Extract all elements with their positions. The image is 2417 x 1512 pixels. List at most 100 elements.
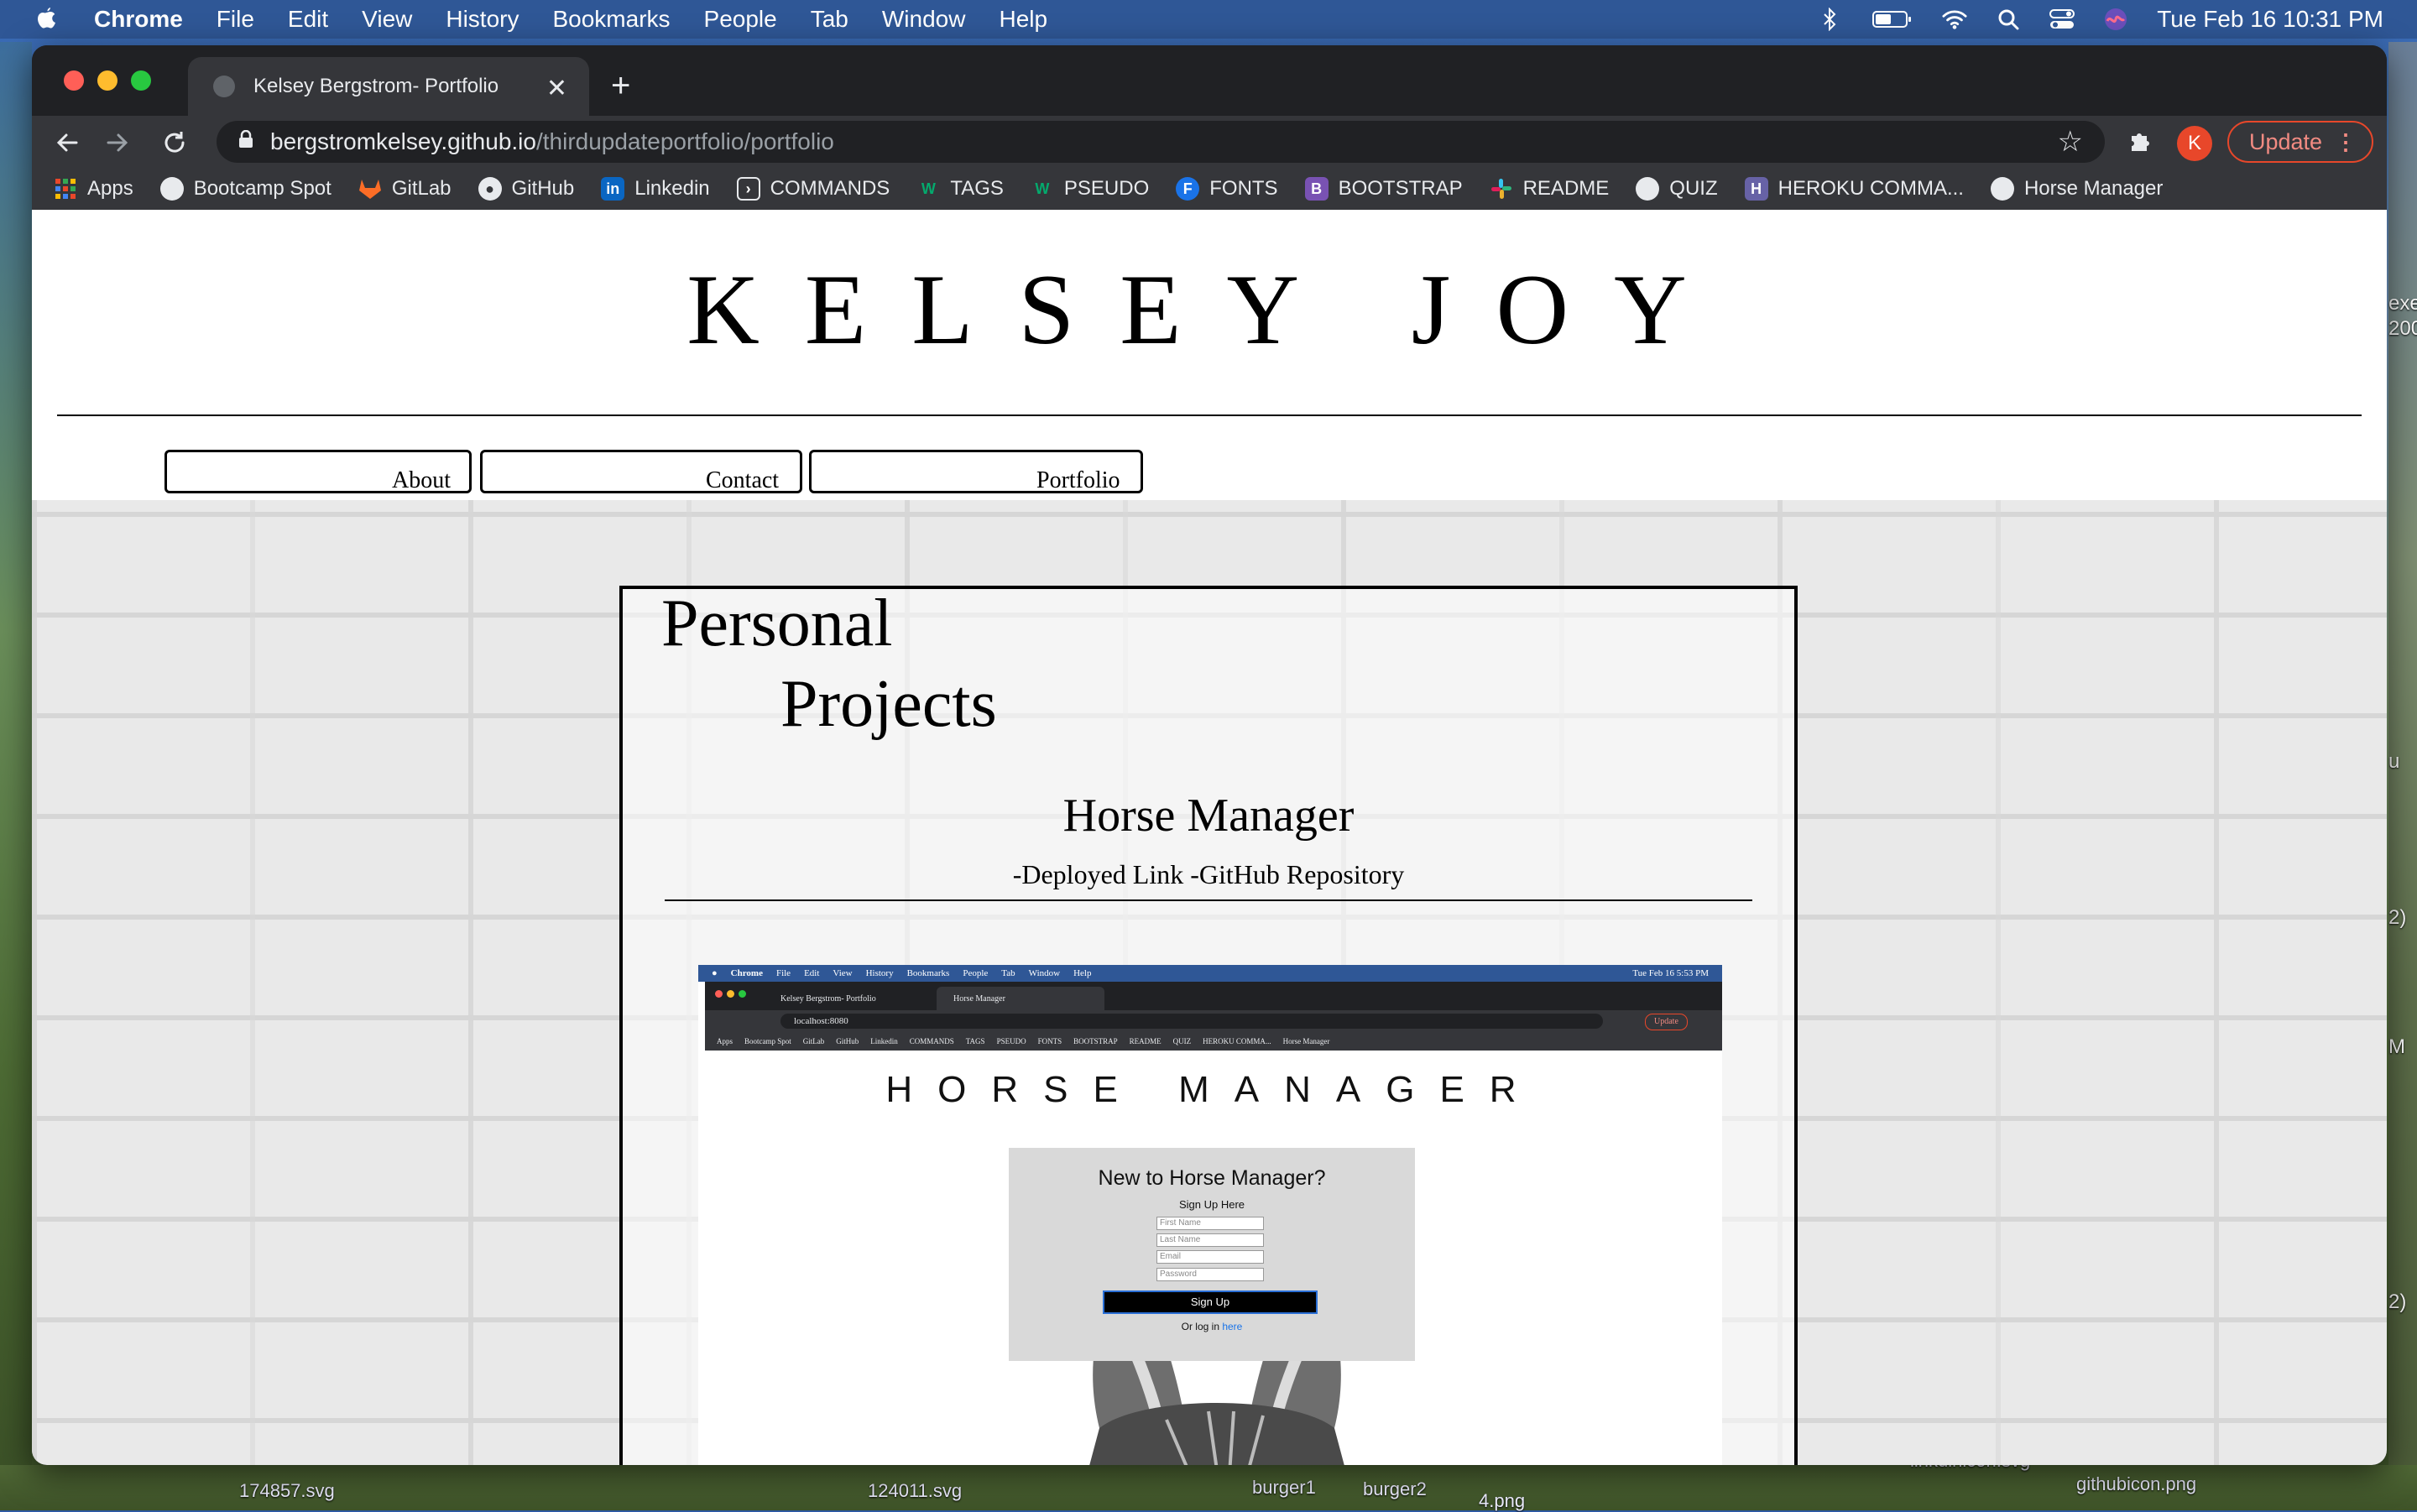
screenshot-bookmark: FONTS	[1037, 1037, 1062, 1045]
bookmark-commands[interactable]: › COMMANDS	[736, 177, 890, 201]
bookmark-star-icon[interactable]: ☆	[2058, 125, 2083, 159]
bookmark-apps[interactable]: Apps	[54, 177, 133, 201]
url-path: /thirdupdateportfolio/portfolio	[535, 128, 834, 154]
siri-icon[interactable]	[2103, 7, 2128, 32]
bluetooth-icon[interactable]	[1818, 7, 1843, 32]
nav-contact-button[interactable]: Contact	[480, 450, 802, 493]
desktop-file[interactable]: burger1	[1252, 1477, 1316, 1499]
apps-grid-icon	[54, 177, 77, 201]
address-bar[interactable]: bergstromkelsey.github.io/thirdupdatepor…	[217, 121, 2105, 163]
globe-icon	[1636, 177, 1660, 201]
minimize-window-icon[interactable]	[97, 70, 117, 91]
bookmark-tags[interactable]: W TAGS	[916, 177, 1004, 201]
nav-portfolio-button[interactable]: Portfolio	[809, 450, 1143, 493]
screenshot-menu-item: Window	[1028, 968, 1061, 978]
bookmark-label: README	[1522, 177, 1610, 200]
heroku-icon: H	[1744, 177, 1768, 201]
github-icon: ●	[478, 177, 502, 201]
bookmark-horse-manager[interactable]: Horse Manager	[1990, 177, 2164, 201]
lock-icon[interactable]	[238, 129, 253, 154]
screenshot-toolbar: localhost:8080 Update	[705, 1010, 1722, 1032]
bookmark-label: Horse Manager	[2023, 177, 2164, 200]
bookmark-gitlab[interactable]: GitLab	[358, 177, 452, 201]
screenshot-close-dot	[715, 990, 723, 998]
screenshot-window: Kelsey Bergstrom- Portfolio Horse Manage…	[705, 982, 1722, 1465]
more-vertical-icon[interactable]: ⋮	[2335, 129, 2357, 155]
project-screenshot[interactable]: ● Chrome File Edit View History Bookmark…	[698, 965, 1722, 1465]
desktop-edge-text: M	[2388, 1035, 2405, 1058]
menu-bookmarks[interactable]: Bookmarks	[552, 6, 670, 33]
screenshot-menu-item: Chrome	[730, 968, 763, 978]
bootstrap-icon: B	[1304, 177, 1329, 201]
nav-about-button[interactable]: About	[164, 450, 472, 493]
project-links[interactable]: -Deployed Link -GitHub Repository	[623, 859, 1794, 890]
menu-chrome[interactable]: Chrome	[94, 6, 183, 33]
screenshot-tabstrip: Kelsey Bergstrom- Portfolio Horse Manage…	[705, 982, 1722, 1010]
screenshot-update: Update	[1645, 1014, 1688, 1030]
desktop-file[interactable]: 4.png	[1479, 1490, 1525, 1512]
battery-icon[interactable]	[1871, 7, 1913, 32]
menu-history[interactable]: History	[446, 6, 519, 33]
menu-window[interactable]: Window	[882, 6, 966, 33]
reload-icon[interactable]	[158, 126, 191, 159]
bookmark-linkedin[interactable]: in Linkedin	[601, 177, 710, 201]
wifi-icon[interactable]	[1942, 7, 1967, 32]
screenshot-bookmark: Horse Manager	[1282, 1037, 1330, 1045]
bookmark-bootcamp-spot[interactable]: Bootcamp Spot	[159, 177, 331, 201]
close-tab-icon[interactable]: ✕	[546, 74, 567, 103]
bookmark-pseudo[interactable]: W PSEUDO	[1031, 177, 1149, 201]
nav-contact-label: Contact	[706, 467, 780, 493]
close-window-icon[interactable]	[64, 70, 84, 91]
back-arrow-icon[interactable]	[50, 126, 84, 159]
screenshot-apple-icon: ●	[712, 968, 718, 978]
desktop-file[interactable]: burger2	[1363, 1478, 1427, 1500]
first-name-field: First Name	[1156, 1217, 1264, 1230]
header-divider	[57, 414, 2362, 416]
extensions-puzzle-icon[interactable]	[2127, 128, 2153, 161]
bookmark-heroku[interactable]: H HEROKU COMMA...	[1744, 177, 1964, 201]
bookmark-fonts[interactable]: F FONTS	[1176, 177, 1278, 201]
spotlight-search-icon[interactable]	[1996, 7, 2021, 32]
desktop-file[interactable]: 124011.svg	[868, 1480, 962, 1502]
desktop-edge-text: exe	[2388, 292, 2417, 315]
bookmark-quiz[interactable]: QUIZ	[1636, 177, 1718, 201]
screenshot-menu-item: View	[833, 968, 853, 978]
apple-icon[interactable]	[34, 5, 59, 34]
bookmark-readme[interactable]: README	[1490, 177, 1610, 201]
menu-people[interactable]: People	[704, 6, 777, 33]
new-tab-icon[interactable]: +	[611, 67, 630, 105]
forward-arrow-icon[interactable]	[101, 126, 134, 159]
desktop-file[interactable]: githubicon.png	[2076, 1473, 2196, 1495]
update-label: Update	[2249, 128, 2323, 154]
nav-portfolio-label: Portfolio	[1036, 467, 1120, 493]
bookmark-bootstrap[interactable]: B BOOTSTRAP	[1304, 177, 1463, 201]
screenshot-menu-item: History	[865, 968, 894, 978]
clock[interactable]: Tue Feb 16 10:31 PM	[2157, 6, 2383, 33]
menu-view[interactable]: View	[362, 6, 412, 33]
menu-file[interactable]: File	[217, 6, 254, 33]
desktop-wallpaper-left	[0, 42, 32, 1510]
zoom-window-icon[interactable]	[131, 70, 151, 91]
tab-strip: Kelsey Bergstrom- Portfolio ✕ +	[32, 45, 2387, 116]
bookmark-github[interactable]: ● GitHub	[478, 177, 574, 201]
screenshot-bookmark: BOOTSTRAP	[1073, 1037, 1118, 1045]
signup-button: Sign Up	[1103, 1290, 1318, 1314]
screenshot-bookmark: TAGS	[965, 1037, 985, 1045]
signup-subheading: Sign Up Here	[1178, 1198, 1245, 1211]
screenshot-tab-active: Horse Manager	[937, 987, 1104, 1010]
profile-avatar[interactable]: K	[2177, 126, 2212, 161]
web-page: KELSEY JOY About Contact Portfolio Perso…	[32, 210, 2387, 1465]
desktop-file[interactable]: 174857.svg	[239, 1480, 335, 1502]
menu-edit[interactable]: Edit	[288, 6, 328, 33]
password-field: Password	[1156, 1268, 1264, 1281]
menu-tab[interactable]: Tab	[811, 6, 848, 33]
menu-help[interactable]: Help	[999, 6, 1047, 33]
update-button[interactable]: Update ⋮	[2227, 121, 2373, 163]
control-center-icon[interactable]	[2049, 7, 2075, 32]
screenshot-bookmark: COMMANDS	[909, 1037, 954, 1045]
login-prefix: Or log in	[1181, 1321, 1223, 1332]
screenshot-bookmark: QUIZ	[1172, 1037, 1192, 1045]
tab-portfolio[interactable]: Kelsey Bergstrom- Portfolio ✕	[188, 57, 589, 116]
globe-icon	[159, 177, 184, 201]
desktop-edge-text: 2)	[2388, 1290, 2407, 1313]
